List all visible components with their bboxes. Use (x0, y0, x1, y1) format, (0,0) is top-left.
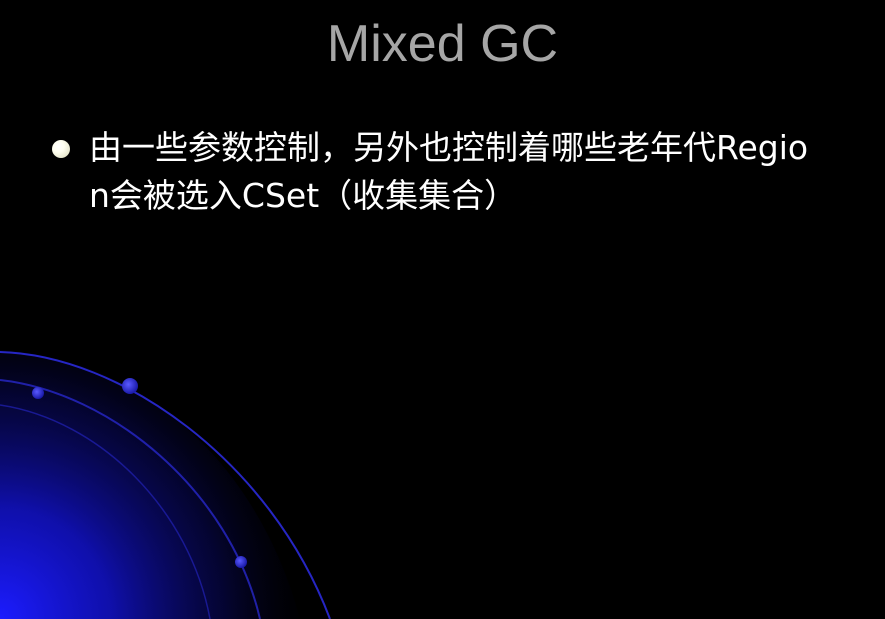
glow-area (0, 350, 300, 619)
bullet-text: 由一些参数控制，另外也控制着哪些老年代Region会被选入CSet（收集集合） (89, 128, 809, 215)
arc-middle (0, 379, 261, 619)
slide: Mixed GC 由一些参数控制，另外也控制着哪些老年代Region会被选入CS… (0, 0, 885, 619)
bullet-dot-icon (52, 140, 70, 158)
orbit-dot-lower (235, 556, 247, 568)
arc-inner (0, 404, 211, 619)
orbit-dot-large (122, 378, 138, 394)
bullet-list: 由一些参数控制，另外也控制着哪些老年代Region会被选入CSet（收集集合） (52, 124, 842, 220)
blue-arc-decoration-icon (0, 350, 331, 619)
bullet-item: 由一些参数控制，另外也控制着哪些老年代Region会被选入CSet（收集集合） (52, 124, 842, 220)
orbit-dot-small (32, 387, 44, 399)
slide-title: Mixed GC (326, 15, 559, 73)
arc-outer (0, 351, 331, 619)
